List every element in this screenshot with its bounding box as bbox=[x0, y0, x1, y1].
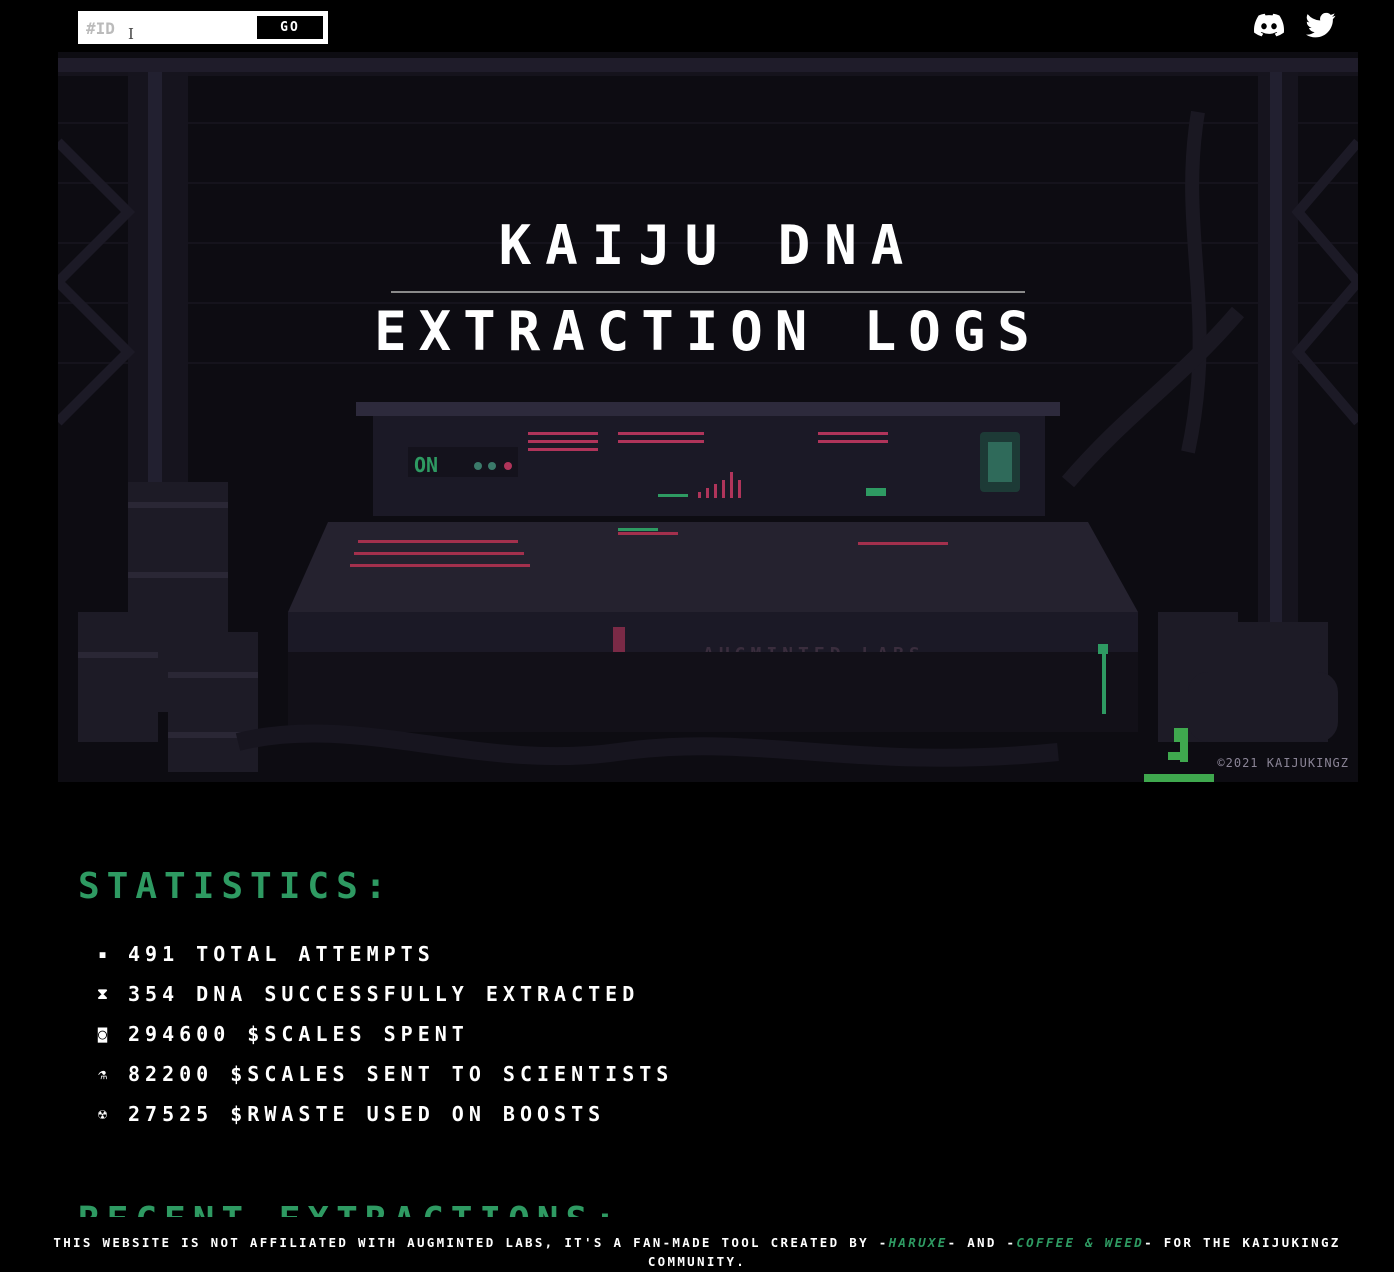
coin-icon: ◙ bbox=[97, 1025, 113, 1043]
stat-scales-spent: ◙ 294600 $SCALES SPENT bbox=[96, 1014, 673, 1054]
twitter-link[interactable] bbox=[1306, 10, 1336, 40]
discord-link[interactable] bbox=[1254, 10, 1285, 40]
author-link-haruxe[interactable]: HARUXE bbox=[889, 1235, 948, 1250]
stat-label: $SCALES SPENT bbox=[247, 1022, 469, 1046]
stat-value: 82200 bbox=[128, 1062, 214, 1086]
hourglass-icon: ⧗ bbox=[97, 985, 113, 1003]
footer-text-before: THIS WEBSITE IS NOT AFFILIATED WITH AUGM… bbox=[53, 1235, 889, 1250]
stat-total-attempts: ▪ 491 TOTAL ATTEMPTS bbox=[96, 934, 673, 974]
hero-title-line2: EXTRACTION LOGS bbox=[374, 300, 1042, 363]
stat-label: $SCALES SENT TO SCIENTISTS bbox=[230, 1062, 674, 1086]
hero-divider bbox=[391, 291, 1025, 293]
statistics-heading: STATISTICS: bbox=[78, 866, 394, 907]
hero-banner: ON AUGMINTED LABS bbox=[58, 52, 1358, 782]
discord-icon bbox=[1254, 13, 1285, 37]
stat-rwaste-boosts: ☢ 27525 $RWASTE USED ON BOOSTS bbox=[96, 1094, 673, 1134]
go-button[interactable]: GO bbox=[257, 16, 323, 39]
document-icon: ▪ bbox=[97, 945, 113, 963]
stat-scales-scientists: ⚗ 82200 $SCALES SENT TO SCIENTISTS bbox=[96, 1054, 673, 1094]
lab-scene-illustration: ON AUGMINTED LABS bbox=[58, 52, 1358, 782]
stat-label: DNA SUCCESSFULLY EXTRACTED bbox=[196, 982, 640, 1006]
footer-text-and: - AND - bbox=[947, 1235, 1017, 1250]
stat-value: 354 bbox=[128, 982, 180, 1006]
flask-icon: ⚗ bbox=[97, 1065, 113, 1083]
social-links bbox=[1254, 10, 1336, 40]
copyright-text: ©2021 KAIJUKINGZ bbox=[1217, 756, 1349, 770]
search-box: GO bbox=[78, 11, 328, 44]
stat-dna-extracted: ⧗ 354 DNA SUCCESSFULLY EXTRACTED bbox=[96, 974, 673, 1014]
statistics-list: ▪ 491 TOTAL ATTEMPTS ⧗ 354 DNA SUCCESSFU… bbox=[96, 934, 673, 1134]
stat-label: TOTAL ATTEMPTS bbox=[196, 942, 435, 966]
stat-value: 294600 bbox=[128, 1022, 231, 1046]
panel-on-text: ON bbox=[414, 453, 438, 477]
hero-title-line1: KAIJU DNA bbox=[498, 214, 918, 277]
twitter-icon bbox=[1306, 12, 1336, 38]
stat-value: 27525 bbox=[128, 1102, 214, 1126]
radiation-icon: ☢ bbox=[97, 1105, 113, 1123]
footer: THIS WEBSITE IS NOT AFFILIATED WITH AUGM… bbox=[0, 1217, 1394, 1272]
stat-label: $RWASTE USED ON BOOSTS bbox=[230, 1102, 606, 1126]
id-search-input[interactable] bbox=[86, 17, 251, 39]
author-link-coffee-weed[interactable]: COFFEE & WEED bbox=[1016, 1235, 1144, 1250]
text-cursor-icon: I bbox=[128, 25, 134, 43]
stat-value: 491 bbox=[128, 942, 180, 966]
